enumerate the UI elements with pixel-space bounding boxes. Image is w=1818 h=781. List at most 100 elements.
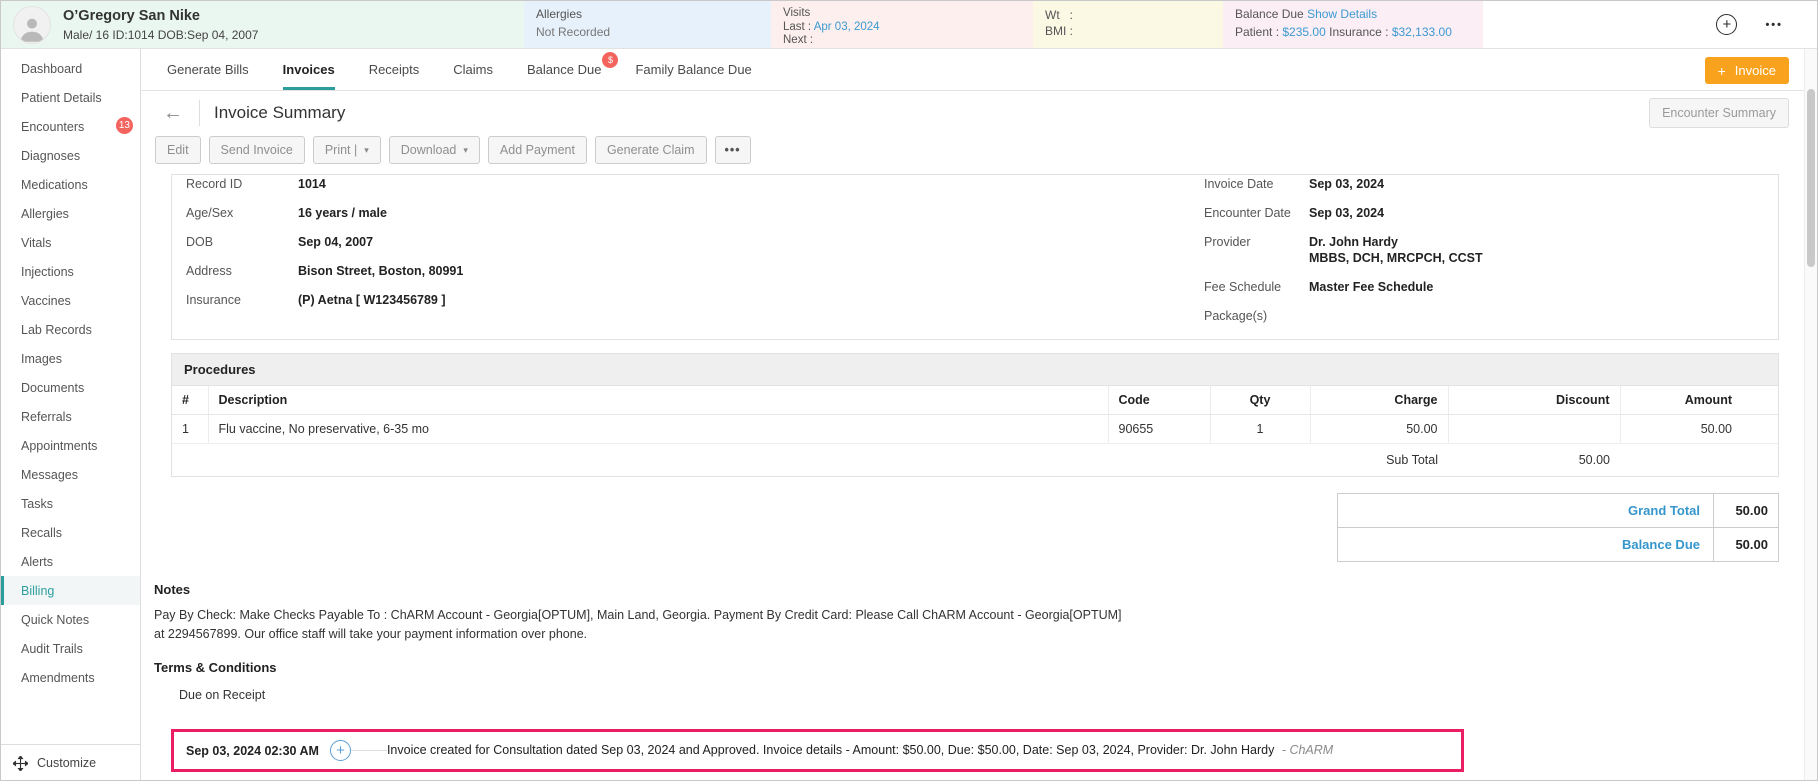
provider-credentials: MBBS, DCH, MRCPCH, CCST — [1309, 250, 1483, 265]
sidebar: Dashboard Patient Details Encounters 13 … — [1, 49, 141, 780]
encounter-date-value: Sep 03, 2024 — [1309, 205, 1385, 220]
tab-receipts[interactable]: Receipts — [369, 49, 420, 90]
fee-schedule-value: Master Fee Schedule — [1309, 279, 1434, 294]
timeline-brand: - ChARM — [1281, 743, 1334, 757]
encounters-count-badge: 13 — [115, 117, 133, 134]
customize-label: Customize — [37, 756, 97, 770]
sidebar-item-audit-trails[interactable]: Audit Trails — [1, 634, 140, 663]
caret-down-icon[interactable]: ▾ — [463, 145, 468, 156]
grand-total-label: Grand Total — [1338, 494, 1714, 527]
patient-summary-section: O’Gregory San Nike Male/ 16 ID:1014 DOB:… — [1, 1, 524, 48]
tab-generate-bills[interactable]: Generate Bills — [167, 49, 249, 90]
balance-insurance-label: Insurance : — [1329, 25, 1389, 39]
insurance-label: Insurance — [186, 292, 241, 307]
tab-claims[interactable]: Claims — [453, 49, 493, 90]
balance-due-tab-badge: $ — [602, 52, 619, 68]
generate-claim-button[interactable]: Generate Claim — [594, 136, 707, 164]
col-header-charge: Charge — [1310, 386, 1449, 415]
balance-insurance-value[interactable]: $32,133.00 — [1392, 25, 1452, 39]
dob-label: DOB — [186, 234, 214, 249]
patient-demographics: Male/ 16 ID:1014 DOB:Sep 04, 2007 — [63, 27, 259, 42]
sidebar-item-referrals[interactable]: Referrals — [1, 402, 140, 431]
sidebar-item-alerts[interactable]: Alerts — [1, 547, 140, 576]
expand-plus-icon[interactable]: + — [329, 740, 351, 761]
age-sex-label: Age/Sex — [186, 205, 234, 220]
sidebar-item-diagnoses[interactable]: Diagnoses — [1, 141, 140, 170]
sidebar-item-patient-details[interactable]: Patient Details — [1, 83, 140, 112]
col-header-description: Description — [208, 386, 1109, 415]
procedures-table: # Description Code Qty Charge Discount A… — [172, 386, 1778, 476]
weight-label: Wt : — [1045, 8, 1073, 22]
sidebar-item-messages[interactable]: Messages — [1, 460, 140, 489]
visits-last-label: Last : — [783, 20, 812, 33]
edit-button[interactable]: Edit — [155, 136, 201, 164]
patient-banner: O’Gregory San Nike Male/ 16 ID:1014 DOB:… — [1, 1, 1817, 49]
sidebar-item-amendments[interactable]: Amendments — [1, 663, 140, 692]
download-button[interactable]: Download ▾ — [388, 136, 480, 164]
sidebar-item-recalls[interactable]: Recalls — [1, 518, 140, 547]
tab-family-balance-due[interactable]: Family Balance Due — [635, 49, 751, 90]
visits-next-label: Next : — [783, 34, 814, 46]
sidebar-item-allergies[interactable]: Allergies — [1, 199, 140, 228]
customize-button[interactable]: Customize — [1, 744, 140, 780]
move-icon — [13, 755, 28, 771]
balance-patient-value[interactable]: $235.00 — [1282, 25, 1325, 39]
balance-due-section: Balance Due Show Details Patient : $235.… — [1223, 1, 1483, 48]
col-header-num: # — [172, 386, 209, 415]
totals-box: Grand Total 50.00 Balance Due 50.00 — [1337, 493, 1779, 562]
send-invoice-button[interactable]: Send Invoice — [208, 136, 305, 164]
col-header-discount: Discount — [1448, 386, 1621, 415]
sidebar-item-lab-records[interactable]: Lab Records — [1, 315, 140, 344]
visits-last-date-link[interactable]: Apr 03, 2024 — [814, 21, 880, 33]
timeline-highlight-box: Sep 03, 2024 02:30 AM + Invoice created … — [171, 729, 1464, 772]
patient-avatar — [13, 5, 51, 44]
person-icon — [20, 18, 44, 42]
sidebar-item-medications[interactable]: Medications — [1, 170, 140, 199]
new-invoice-button[interactable]: + Invoice — [1704, 57, 1789, 84]
sidebar-item-injections[interactable]: Injections — [1, 257, 140, 286]
sidebar-item-dashboard[interactable]: Dashboard — [1, 54, 140, 83]
sidebar-list: Dashboard Patient Details Encounters 13 … — [1, 49, 140, 744]
visits-label: Visits — [783, 7, 811, 19]
more-actions-button[interactable]: ••• — [714, 136, 751, 164]
timeline-message: Invoice created for Consultation dated S… — [386, 743, 1334, 757]
subtotal-row: Sub Total 50.00 — [172, 444, 1778, 477]
procedure-description: Flu vaccine, No preservative, 6-35 mo — [208, 414, 1109, 444]
scrollbar-thumb[interactable] — [1807, 89, 1815, 267]
sidebar-item-encounters[interactable]: Encounters 13 — [1, 112, 140, 141]
balance-due-row: Balance Due 50.00 — [1338, 528, 1778, 561]
back-arrow-icon[interactable]: ← — [155, 102, 191, 125]
vertical-scrollbar[interactable] — [1804, 49, 1817, 780]
measurements-section: Wt : BMI : — [1033, 1, 1223, 48]
sidebar-item-images[interactable]: Images — [1, 344, 140, 373]
dob-value: Sep 04, 2007 — [298, 234, 374, 249]
timeline-connector — [350, 750, 387, 751]
sidebar-item-tasks[interactable]: Tasks — [1, 489, 140, 518]
balance-due-total-label: Balance Due — [1338, 528, 1714, 561]
billing-tabs: Generate Bills Invoices Receipts Claims … — [141, 49, 1817, 91]
add-payment-button[interactable]: Add Payment — [487, 136, 587, 164]
show-details-link[interactable]: Show Details — [1307, 7, 1377, 21]
allergies-value: Not Recorded — [536, 25, 611, 39]
caret-down-icon[interactable]: ▾ — [364, 145, 369, 156]
more-options-icon[interactable]: ••• — [1765, 19, 1783, 31]
terms-body: Due on Receipt — [179, 688, 266, 702]
terms-section: Terms & Conditions Due on Receipt — [154, 660, 1779, 702]
sidebar-item-appointments[interactable]: Appointments — [1, 431, 140, 460]
subtotal-value: 50.00 — [1578, 453, 1610, 467]
grand-total-row: Grand Total 50.00 — [1338, 494, 1778, 528]
encounter-summary-button[interactable]: Encounter Summary — [1649, 98, 1789, 128]
add-circle-icon[interactable]: + — [1716, 14, 1738, 35]
tab-invoices[interactable]: Invoices — [282, 49, 335, 90]
sidebar-item-documents[interactable]: Documents — [1, 373, 140, 402]
app-window: O’Gregory San Nike Male/ 16 ID:1014 DOB:… — [0, 0, 1818, 781]
balance-due-label: Balance Due — [1235, 7, 1304, 21]
sidebar-item-vaccines[interactable]: Vaccines — [1, 286, 140, 315]
sidebar-item-quick-notes[interactable]: Quick Notes — [1, 605, 140, 634]
age-sex-value: 16 years / male — [298, 205, 387, 220]
sidebar-item-billing[interactable]: Billing — [1, 576, 140, 605]
tab-balance-due[interactable]: Balance Due $ — [527, 49, 619, 90]
print-button[interactable]: Print | ▾ — [312, 136, 381, 164]
balance-patient-label: Patient : — [1235, 25, 1280, 39]
sidebar-item-vitals[interactable]: Vitals — [1, 228, 140, 257]
